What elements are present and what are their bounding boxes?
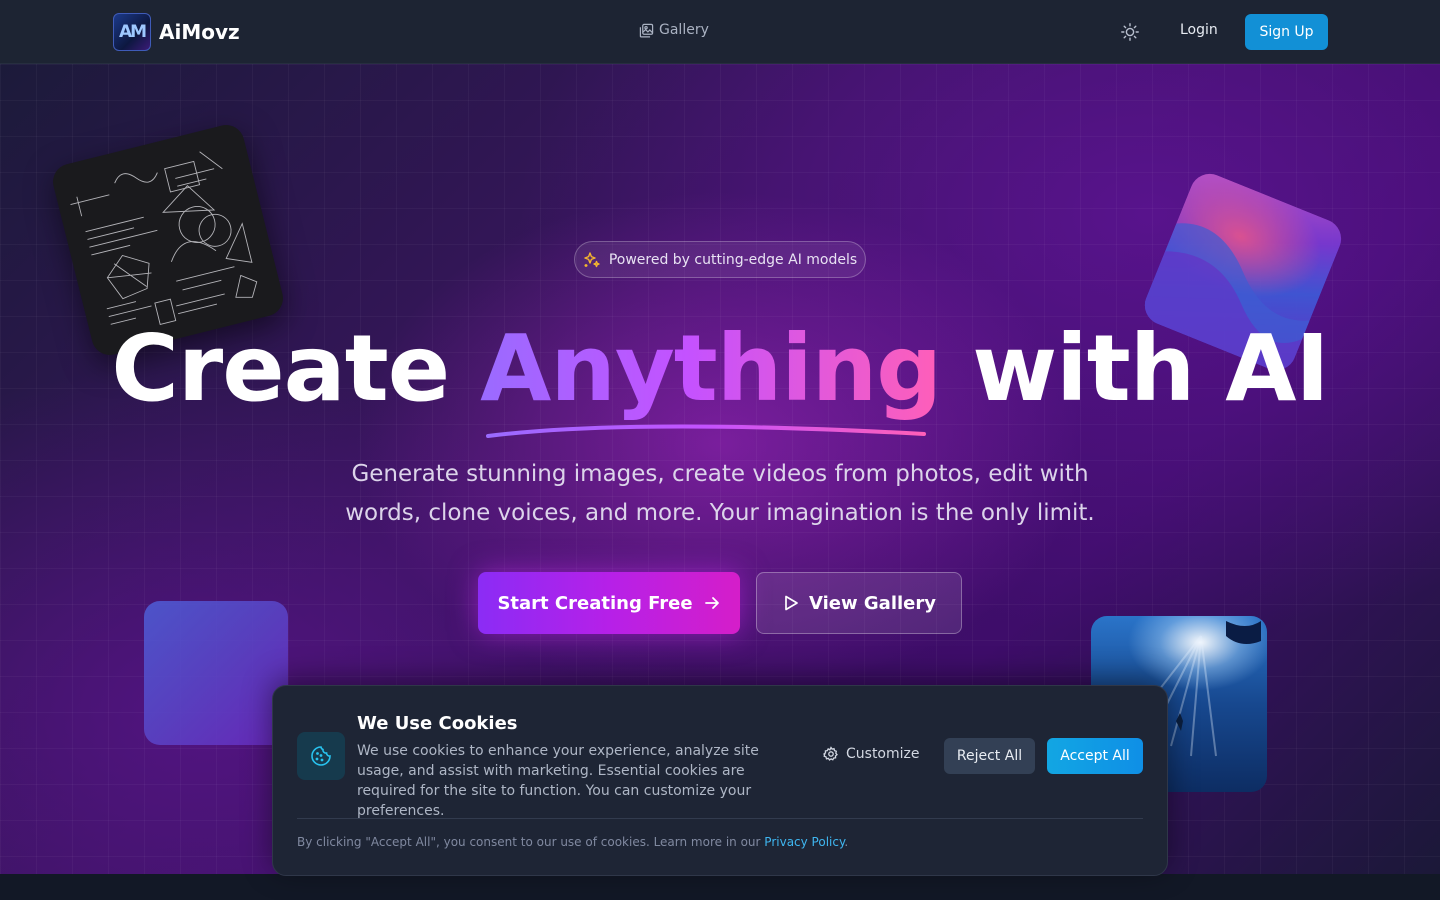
- cookie-footnote-end: .: [844, 835, 849, 849]
- cookie-icon: [311, 746, 331, 766]
- images-icon: [639, 23, 654, 37]
- cookie-divider: [297, 818, 1143, 819]
- login-link[interactable]: Login: [1180, 22, 1218, 38]
- start-creating-label: Start Creating Free: [497, 592, 693, 614]
- brand-name: AiMovz: [159, 20, 240, 44]
- top-navbar: AM AiMovz Gallery Login Sign Up: [0, 0, 1440, 64]
- headline-part-1: Create: [111, 315, 450, 422]
- cookie-description: We use cookies to enhance your experienc…: [357, 743, 759, 819]
- theme-toggle-button[interactable]: [1118, 20, 1142, 44]
- gradient-image-card: [144, 601, 288, 745]
- hero-subtitle: Generate stunning images, create videos …: [345, 461, 1095, 526]
- accept-all-button[interactable]: Accept All: [1047, 738, 1143, 774]
- page-bottom-strip: [0, 874, 1440, 900]
- view-gallery-button[interactable]: View Gallery: [756, 572, 962, 634]
- signup-button[interactable]: Sign Up: [1245, 14, 1328, 50]
- arrow-right-icon: [704, 597, 719, 609]
- cookie-consent-banner: We Use Cookies We use cookies to enhance…: [272, 685, 1168, 876]
- cookie-footnote-text: By clicking "Accept All", you consent to…: [297, 835, 761, 849]
- hero-headline: Create Anything with AI: [0, 314, 1440, 424]
- headline-part-2: with AI: [972, 315, 1329, 422]
- customize-label: Customize: [846, 746, 920, 762]
- sparkles-icon: [584, 251, 600, 267]
- reject-all-button[interactable]: Reject All: [944, 738, 1035, 774]
- logo-mark: AM: [113, 13, 151, 51]
- sun-icon: [1121, 23, 1139, 41]
- cookie-title: We Use Cookies: [357, 713, 518, 734]
- nav-gallery-label: Gallery: [659, 22, 709, 38]
- cookie-icon-box: [297, 732, 345, 780]
- view-gallery-label: View Gallery: [809, 592, 936, 614]
- badge-text: Powered by cutting-edge AI models: [608, 251, 858, 268]
- headline-highlight: Anything: [480, 315, 942, 422]
- nav-gallery-link[interactable]: Gallery: [639, 22, 709, 38]
- brand-logo[interactable]: AM AiMovz: [113, 13, 240, 51]
- privacy-policy-link[interactable]: Privacy Policy: [764, 835, 844, 849]
- cookie-footnote: By clicking "Accept All", you consent to…: [297, 835, 848, 849]
- headline-underline-decoration: [486, 424, 926, 438]
- start-creating-button[interactable]: Start Creating Free: [478, 572, 740, 634]
- gear-icon: [823, 746, 838, 761]
- powered-by-badge: Powered by cutting-edge AI models: [574, 241, 866, 278]
- customize-cookies-button[interactable]: Customize: [823, 746, 920, 762]
- play-icon: [785, 595, 798, 611]
